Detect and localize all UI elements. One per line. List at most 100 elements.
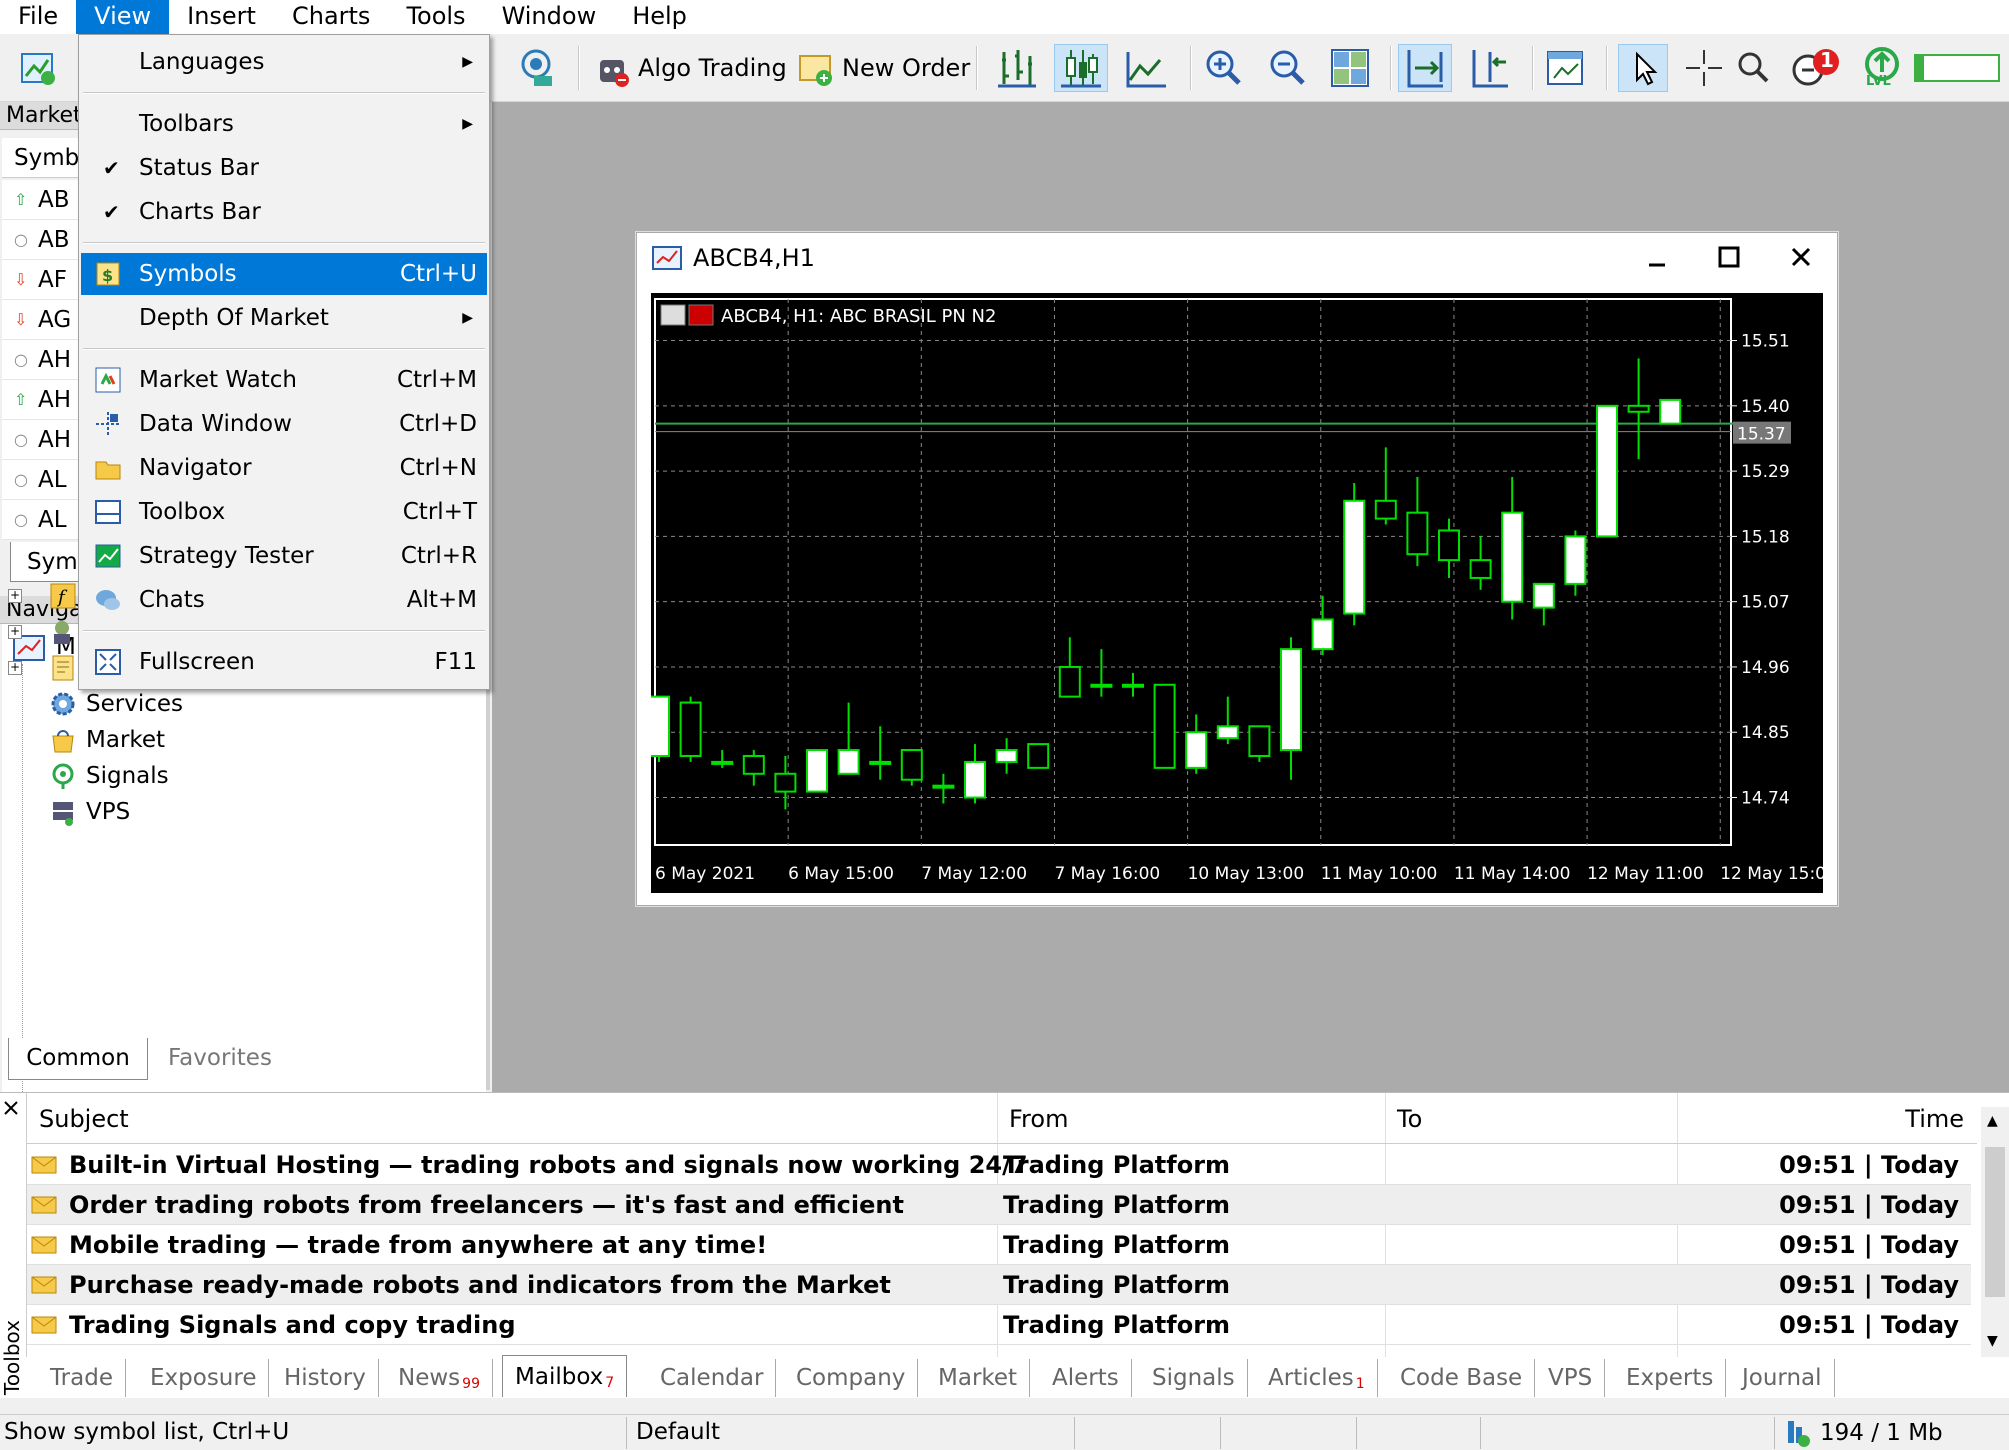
bar-chart-button[interactable]: [990, 44, 1042, 92]
new-chart-button[interactable]: [14, 44, 62, 92]
menu-item-symbols[interactable]: $ Symbols Ctrl+U: [81, 253, 487, 295]
candle-body: [995, 749, 1018, 763]
tab-news[interactable]: News 99: [386, 1359, 493, 1397]
mail-row[interactable]: Purchase ready-made robots and indicator…: [27, 1265, 1971, 1305]
tab-company[interactable]: Company: [784, 1359, 919, 1397]
navigator-item-vps[interactable]: VPS: [22, 794, 130, 830]
signals-toolbar-button[interactable]: [512, 44, 564, 92]
expand-icon[interactable]: +: [8, 625, 22, 639]
lvl-button[interactable]: LVL: [1856, 44, 1908, 92]
market-watch-row[interactable]: ⇧ AH: [2, 380, 78, 420]
toolbox-close-button[interactable]: [0, 1097, 22, 1122]
zoom-in-button[interactable]: [1198, 44, 1250, 92]
search-button[interactable]: [1730, 44, 1778, 92]
chart-canvas[interactable]: 15.51 15.40 15.29 15.18 15.07 14.96 14.85 14.74…: [648, 293, 1837, 893]
tab-signals[interactable]: Signals: [1140, 1359, 1248, 1397]
mail-subject: Purchase ready-made robots and indicator…: [69, 1271, 891, 1299]
submenu-arrow-icon: ▶: [462, 310, 473, 326]
maximize-button[interactable]: [1709, 245, 1749, 276]
menu-item-navigator[interactable]: Navigator Ctrl+N: [81, 447, 487, 489]
menu-item-market-watch[interactable]: Market Watch Ctrl+M: [81, 359, 487, 401]
algo-trading-button[interactable]: Algo Trading: [588, 44, 791, 92]
menu-insert[interactable]: Insert: [169, 0, 274, 34]
navigator-tab-common[interactable]: Common: [8, 1038, 148, 1080]
tab-history[interactable]: History: [272, 1359, 379, 1397]
templates-button[interactable]: [1540, 44, 1592, 92]
notifications-button[interactable]: 1: [1782, 44, 1850, 92]
mail-from: Trading Platform: [1003, 1311, 1231, 1339]
status-profile[interactable]: Default: [636, 1419, 720, 1445]
menu-item-label: Toolbars: [139, 111, 234, 137]
tab-vps[interactable]: VPS: [1536, 1359, 1606, 1397]
new-order-button[interactable]: New Order: [792, 44, 974, 92]
market-watch-tab-symbols[interactable]: Sym: [10, 542, 80, 582]
mail-time: 09:51 | Today: [1779, 1311, 1959, 1339]
navigator-item-signals[interactable]: Signals: [22, 758, 169, 794]
tab-exposure[interactable]: Exposure: [138, 1359, 270, 1397]
minimize-button[interactable]: [1637, 245, 1677, 276]
mail-row[interactable]: Trading Signals and copy trading Trading …: [27, 1305, 1971, 1345]
col-subject[interactable]: Subject: [39, 1105, 129, 1133]
menu-item-charts-bar[interactable]: ✔ Charts Bar: [81, 191, 487, 233]
chart-window[interactable]: ABCB4,H1 15.51 15.40 15.29 15.18 15.07 14.96 1…: [636, 232, 1838, 906]
tab-mailbox[interactable]: Mailbox 7: [502, 1355, 628, 1397]
menu-tools[interactable]: Tools: [388, 0, 483, 34]
auto-scroll-button[interactable]: [1398, 44, 1452, 92]
crosshair-button[interactable]: [1680, 44, 1728, 92]
menu-file[interactable]: File: [0, 0, 76, 34]
expand-icon[interactable]: +: [8, 589, 22, 603]
menu-separator: [83, 348, 485, 350]
menu-view[interactable]: View: [76, 0, 170, 34]
menu-item-strategy-tester[interactable]: Strategy Tester Ctrl+R: [81, 535, 487, 577]
menu-item-status-bar[interactable]: ✔ Status Bar: [81, 147, 487, 189]
menu-item-depth-of-market[interactable]: Depth Of Market ▶: [81, 297, 487, 339]
market-watch-row[interactable]: ○ AH: [2, 340, 78, 380]
cursor-button[interactable]: [1618, 44, 1668, 92]
menu-item-languages[interactable]: Languages ▶: [81, 41, 487, 83]
tab-calendar[interactable]: Calendar: [648, 1359, 777, 1397]
expand-icon[interactable]: +: [8, 661, 22, 675]
toolbox-scrollbar[interactable]: ▲ ▼: [1981, 1107, 2009, 1357]
close-chart-button[interactable]: [1781, 245, 1821, 276]
tile-windows-button[interactable]: [1324, 44, 1376, 92]
price-label: 15.07: [1741, 593, 1790, 613]
market-watch-row[interactable]: ⇩ AG: [2, 300, 78, 340]
market-watch-row[interactable]: ○ AH: [2, 420, 78, 460]
tab-articles[interactable]: Articles 1: [1256, 1359, 1378, 1397]
menu-item-data-window[interactable]: Data Window Ctrl+D: [81, 403, 487, 445]
market-watch-row[interactable]: ○ AL: [2, 460, 78, 500]
market-watch-row[interactable]: ○ AL: [2, 500, 78, 540]
zoom-out-button[interactable]: [1262, 44, 1314, 92]
navigator-item-services[interactable]: Services: [22, 686, 183, 722]
menu-window[interactable]: Window: [484, 0, 615, 34]
menu-item-toolbars[interactable]: Toolbars ▶: [81, 103, 487, 145]
status-traffic[interactable]: 194 / 1 Mb: [1784, 1419, 1943, 1447]
col-to[interactable]: To: [1397, 1105, 1422, 1133]
menu-help[interactable]: Help: [614, 0, 705, 34]
market-watch-row[interactable]: ⇧ AB: [2, 180, 78, 220]
navigator-item-market[interactable]: Market: [22, 722, 165, 758]
market-watch-header[interactable]: Symb: [2, 138, 79, 178]
tab-journal[interactable]: Journal: [1730, 1359, 1835, 1397]
navigator-tab-favorites[interactable]: Favorites: [150, 1038, 290, 1078]
menu-item-chats[interactable]: Chats Alt+M: [81, 579, 487, 621]
menu-charts[interactable]: Charts: [274, 0, 388, 34]
line-chart-button[interactable]: [1120, 44, 1172, 92]
col-from[interactable]: From: [1009, 1105, 1068, 1133]
candlestick-chart-button[interactable]: [1054, 44, 1108, 92]
menu-item-fullscreen[interactable]: Fullscreen F11: [81, 641, 487, 683]
tab-market[interactable]: Market: [926, 1359, 1031, 1397]
market-watch-row[interactable]: ⇩ AF: [2, 260, 78, 300]
col-time[interactable]: Time: [1905, 1105, 1964, 1133]
tab-alerts[interactable]: Alerts: [1040, 1359, 1132, 1397]
mail-row[interactable]: Order trading robots from freelancers — …: [27, 1185, 1971, 1225]
market-watch-row[interactable]: ○ AB: [2, 220, 78, 260]
tab-trade[interactable]: Trade: [38, 1359, 126, 1397]
tab-experts[interactable]: Experts: [1614, 1359, 1727, 1397]
mail-row[interactable]: Built-in Virtual Hosting — trading robot…: [27, 1145, 1971, 1185]
menu-item-toolbox[interactable]: Toolbox Ctrl+T: [81, 491, 487, 533]
tab-code-base[interactable]: Code Base: [1388, 1359, 1536, 1397]
chart-shift-button[interactable]: [1464, 44, 1516, 92]
mail-row[interactable]: Mobile trading — trade from anywhere at …: [27, 1225, 1971, 1265]
menu-item-shortcut: Ctrl+N: [399, 455, 477, 481]
